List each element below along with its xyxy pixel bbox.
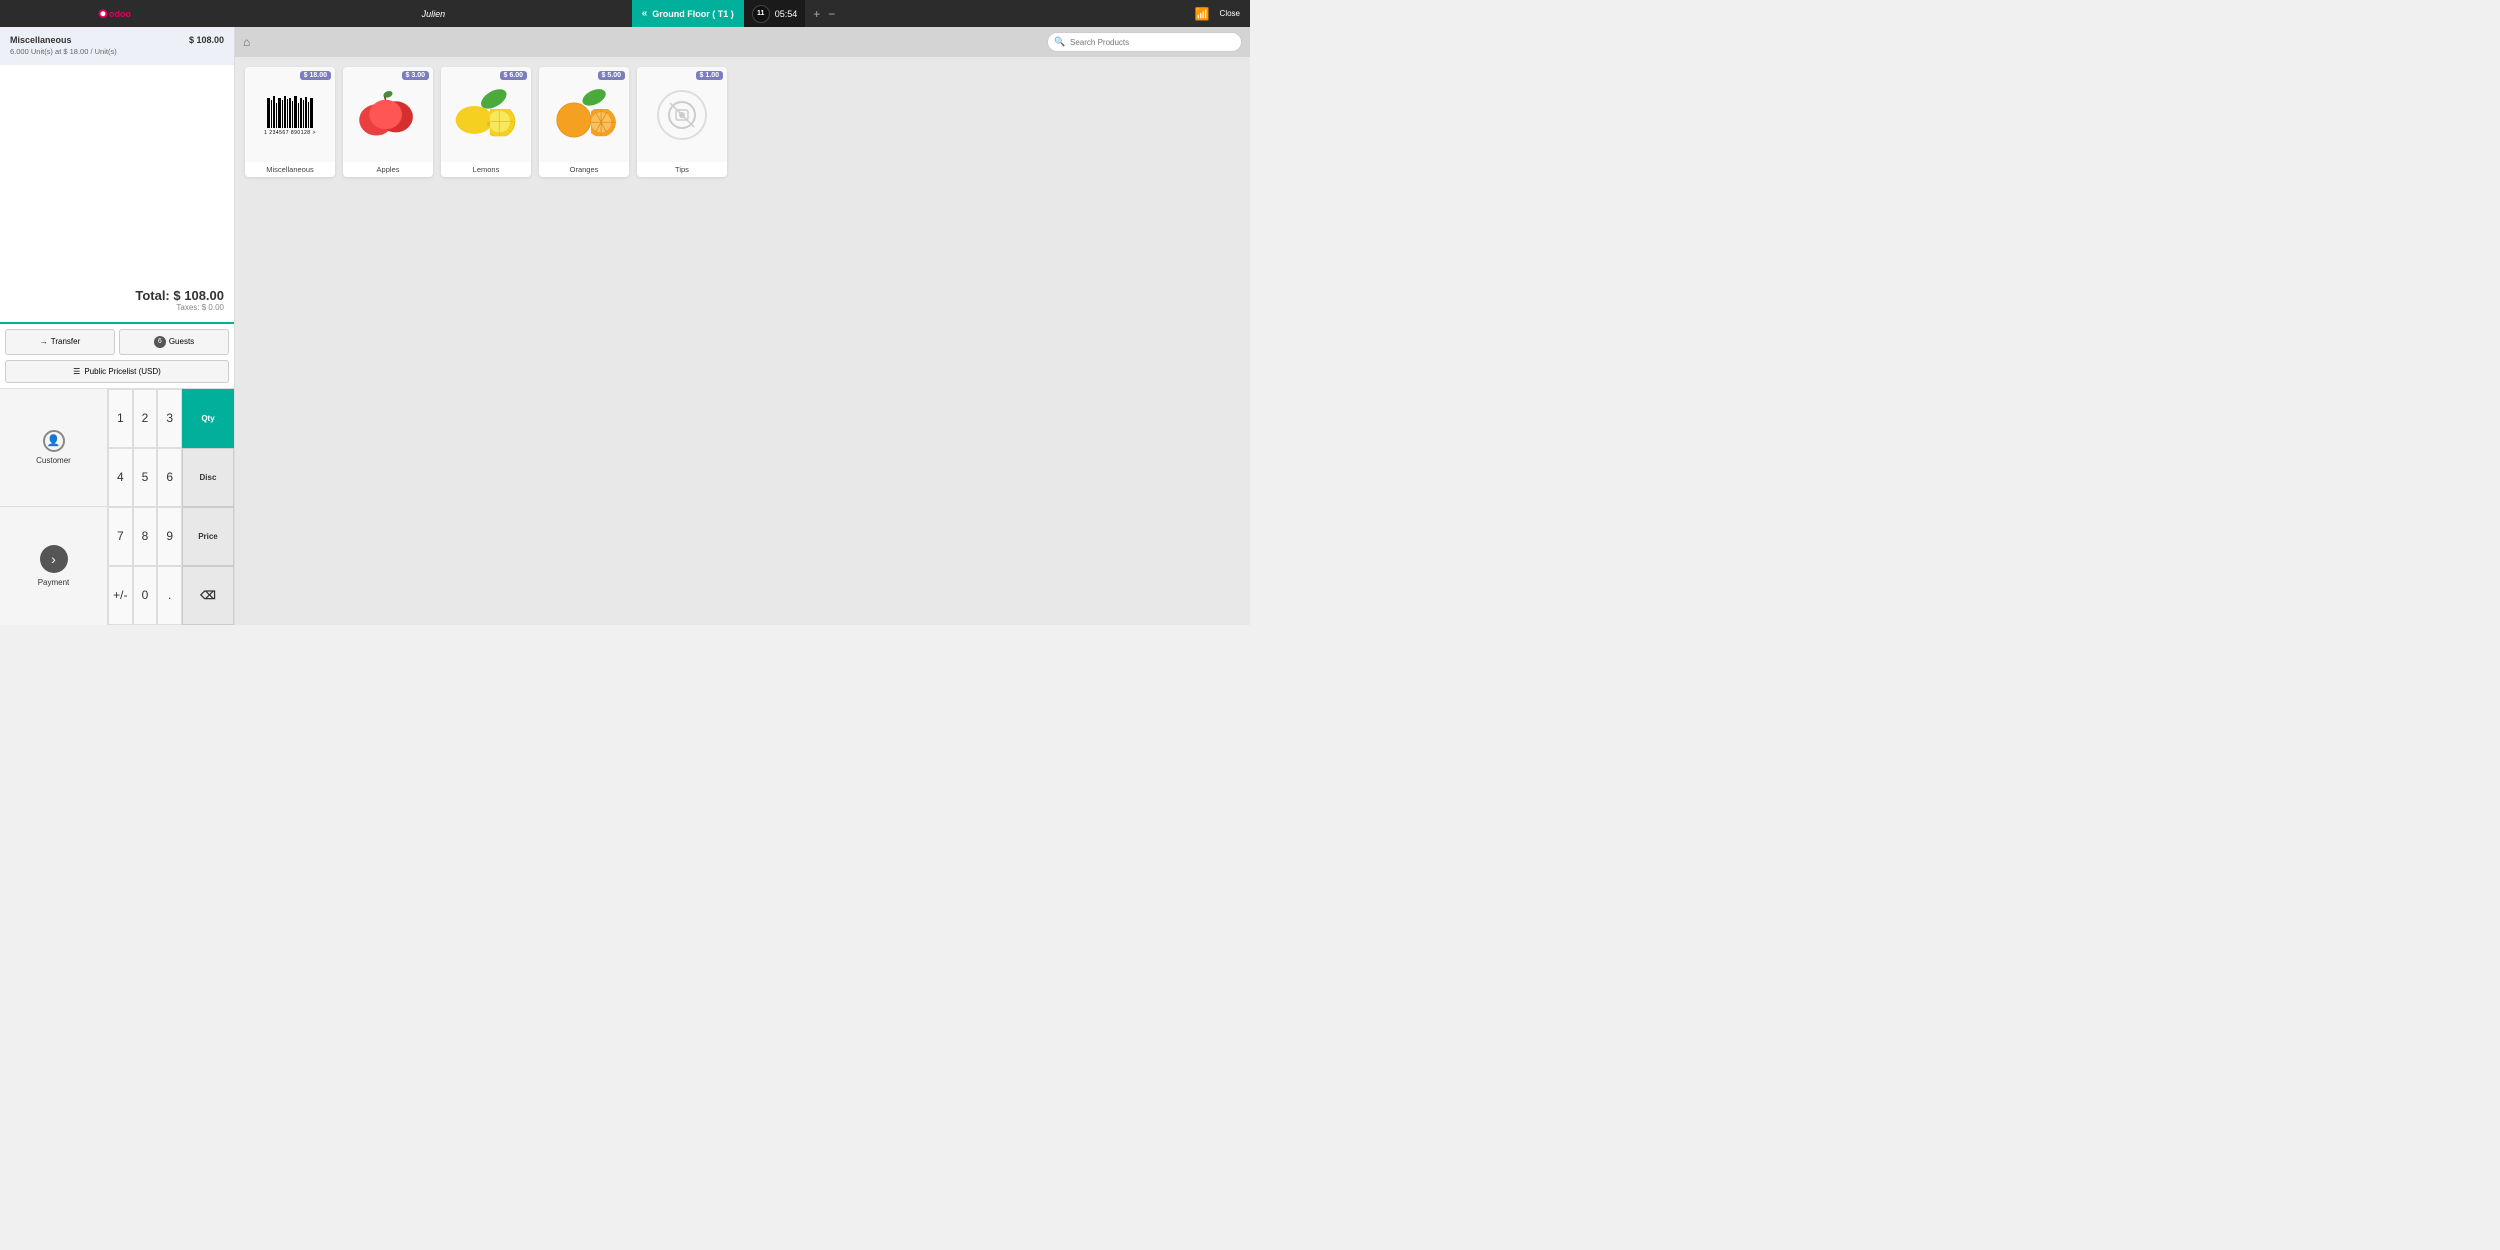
key-5[interactable]: 5 bbox=[133, 448, 158, 507]
customer-section: 👤 Customer › Payment bbox=[0, 389, 108, 626]
product-card-apples[interactable]: $ 3.00 Apples bbox=[343, 67, 433, 177]
search-input[interactable] bbox=[1047, 32, 1242, 52]
product-card-tips[interactable]: $ 1.00 Tips bbox=[637, 67, 727, 177]
odoo-logo: odoo bbox=[98, 4, 138, 24]
product-price-lemons: $ 6.00 bbox=[500, 71, 527, 80]
table-badge: 11 bbox=[752, 5, 770, 23]
key-6[interactable]: 6 bbox=[157, 448, 182, 507]
order-item-detail: 6.000 Unit(s) at $ 18.00 / Unit(s) bbox=[10, 47, 224, 56]
key-1[interactable]: 1 bbox=[108, 389, 133, 448]
product-price-tips: $ 1.00 bbox=[696, 71, 723, 80]
search-bar-container: 🔍 bbox=[1047, 32, 1242, 52]
key-plusminus[interactable]: +/- bbox=[108, 566, 133, 625]
left-panel: Miscellaneous $ 108.00 6.000 Unit(s) at … bbox=[0, 27, 235, 625]
order-tax-line: Taxes: $ 0.00 bbox=[176, 303, 224, 312]
barcode-number: 1 234567 890128 > bbox=[264, 130, 316, 136]
product-card-miscellaneous[interactable]: $ 18.00 bbox=[245, 67, 335, 177]
transfer-button[interactable]: → Transfer bbox=[5, 329, 115, 355]
delete-button[interactable]: ⌫ bbox=[182, 566, 234, 625]
key-dot[interactable]: . bbox=[157, 566, 182, 625]
customer-icon: 👤 bbox=[43, 430, 65, 452]
key-3[interactable]: 3 bbox=[157, 389, 182, 448]
no-photo-icon bbox=[657, 90, 707, 140]
right-panel: ⌂ 🔍 $ 18.00 bbox=[235, 27, 1250, 625]
payment-button[interactable]: › Payment bbox=[0, 507, 107, 625]
order-item-price: $ 108.00 bbox=[189, 35, 224, 45]
product-price-apples: $ 3.00 bbox=[402, 71, 429, 80]
product-img-oranges bbox=[539, 67, 629, 162]
header: odoo Julien « Ground Floor ( T1 ) 11 05:… bbox=[0, 0, 1250, 27]
minus-button[interactable]: − bbox=[828, 7, 835, 21]
payment-label: Payment bbox=[38, 578, 70, 587]
key-4[interactable]: 4 bbox=[108, 448, 133, 507]
product-name-tips: Tips bbox=[637, 162, 727, 177]
key-8[interactable]: 8 bbox=[133, 507, 158, 566]
product-img-lemons bbox=[441, 67, 531, 162]
order-item-name: Miscellaneous bbox=[10, 35, 72, 45]
user-name: Julien bbox=[235, 9, 632, 19]
product-card-lemons[interactable]: $ 6.00 bbox=[441, 67, 531, 177]
product-img-apples bbox=[343, 67, 433, 162]
key-0[interactable]: 0 bbox=[133, 566, 158, 625]
header-controls: + − bbox=[805, 0, 843, 27]
action-buttons: → Transfer 6 Guests bbox=[0, 324, 234, 360]
customer-button[interactable]: 👤 Customer bbox=[0, 389, 107, 508]
floor-tab[interactable]: « Ground Floor ( T1 ) bbox=[632, 0, 744, 27]
key-7[interactable]: 7 bbox=[108, 507, 133, 566]
products-grid: $ 18.00 bbox=[235, 57, 1250, 625]
logo-area: odoo bbox=[0, 4, 235, 24]
payment-arrow-icon: › bbox=[40, 545, 68, 573]
product-price-miscellaneous: $ 18.00 bbox=[300, 71, 331, 80]
oranges-svg bbox=[549, 82, 619, 147]
pricelist-list-icon: ☰ bbox=[73, 367, 80, 376]
numpad-area: 👤 Customer › Payment 1 2 3 Qty 4 5 6 Dis… bbox=[0, 388, 234, 626]
guests-count-badge: 6 bbox=[154, 336, 166, 348]
pricelist-button[interactable]: ☰ Public Pricelist (USD) bbox=[5, 360, 229, 383]
disc-button[interactable]: Disc bbox=[182, 448, 234, 507]
right-toolbar: ⌂ 🔍 bbox=[235, 27, 1250, 57]
qty-button[interactable]: Qty bbox=[182, 389, 234, 448]
floor-arrows-icon: « bbox=[642, 8, 648, 19]
key-9[interactable]: 9 bbox=[157, 507, 182, 566]
product-name-lemons: Lemons bbox=[441, 162, 531, 177]
add-button[interactable]: + bbox=[813, 7, 820, 21]
order-total-section: Total: $ 108.00 Taxes: $ 0.00 bbox=[0, 65, 234, 324]
transfer-arrow-icon: → bbox=[40, 337, 48, 346]
time-display: 05:54 bbox=[775, 9, 798, 19]
main-layout: Miscellaneous $ 108.00 6.000 Unit(s) at … bbox=[0, 27, 1250, 625]
product-img-miscellaneous: 1 234567 890128 > bbox=[245, 67, 335, 162]
product-name-apples: Apples bbox=[343, 162, 433, 177]
key-2[interactable]: 2 bbox=[133, 389, 158, 448]
close-button[interactable]: Close bbox=[1220, 9, 1240, 18]
guests-button[interactable]: 6 Guests bbox=[119, 329, 229, 355]
product-card-oranges[interactable]: $ 5.00 bbox=[539, 67, 629, 177]
order-item[interactable]: Miscellaneous $ 108.00 6.000 Unit(s) at … bbox=[0, 27, 234, 65]
time-section: 11 05:54 bbox=[744, 0, 806, 27]
search-icon: 🔍 bbox=[1054, 37, 1065, 48]
product-price-oranges: $ 5.00 bbox=[598, 71, 625, 80]
svg-text:odoo: odoo bbox=[109, 8, 131, 18]
price-button[interactable]: Price bbox=[182, 507, 234, 566]
lemons-svg bbox=[451, 82, 521, 147]
numpad-grid: 1 2 3 Qty 4 5 6 Disc 7 8 9 Price +/- 0 .… bbox=[108, 389, 234, 626]
product-name-miscellaneous: Miscellaneous bbox=[245, 162, 335, 177]
order-total-line: Total: $ 108.00 bbox=[135, 288, 224, 303]
customer-label: Customer bbox=[36, 456, 71, 465]
apples-svg bbox=[353, 82, 423, 147]
header-right: 📶 Close bbox=[843, 7, 1250, 21]
wifi-icon: 📶 bbox=[1195, 7, 1210, 21]
home-button[interactable]: ⌂ bbox=[243, 35, 250, 49]
product-img-tips bbox=[637, 67, 727, 162]
product-name-oranges: Oranges bbox=[539, 162, 629, 177]
barcode-bars bbox=[267, 93, 313, 128]
